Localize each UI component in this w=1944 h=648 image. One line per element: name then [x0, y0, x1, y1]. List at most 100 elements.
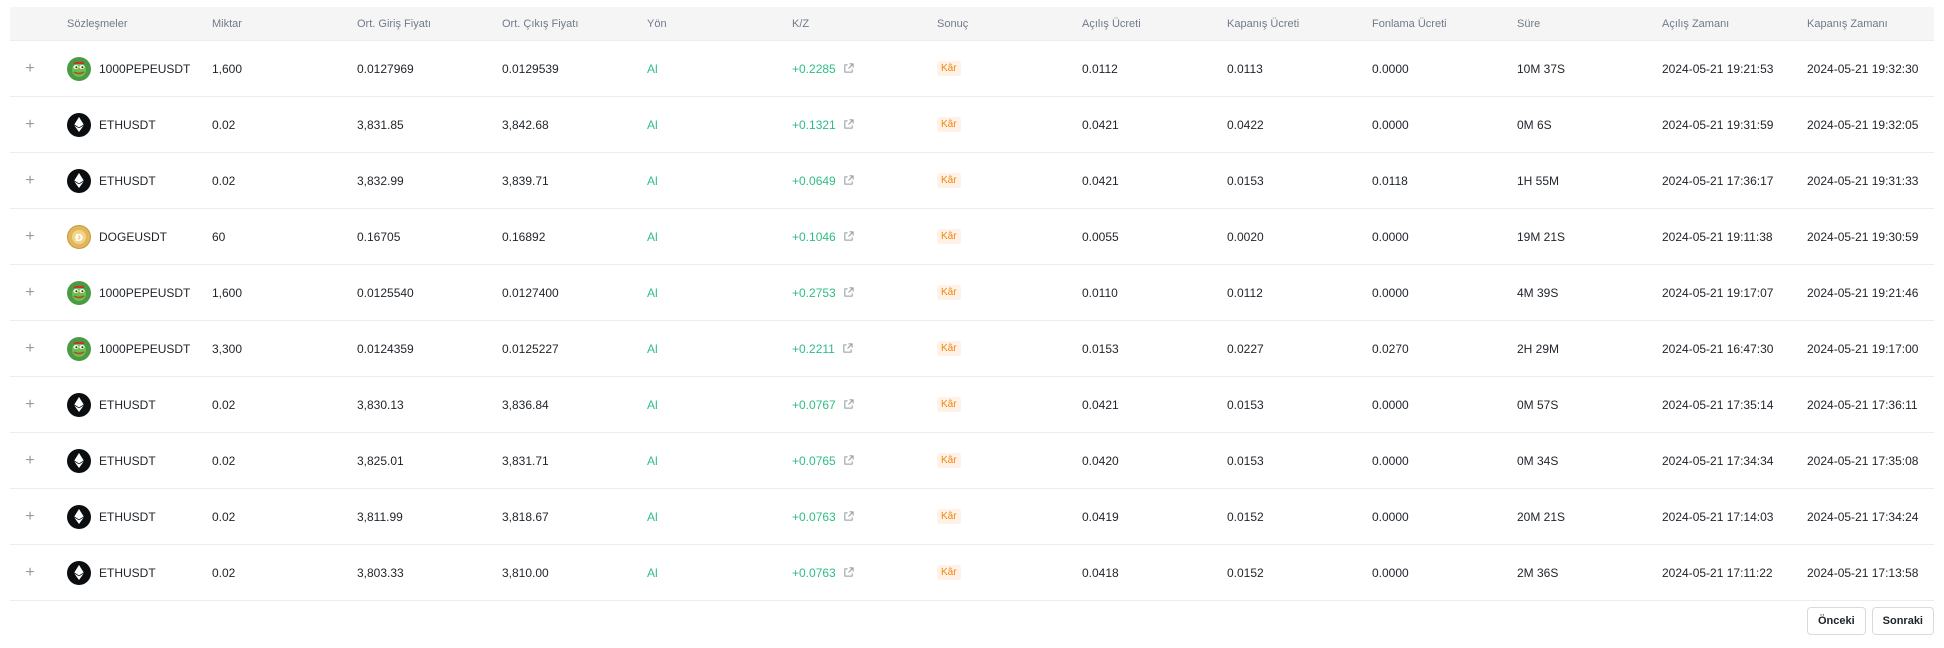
expand-row-icon[interactable]: + [22, 153, 38, 208]
open-fee-cell: 0.0419 [1082, 509, 1119, 524]
direction-cell: Al [647, 173, 658, 188]
funding-fee-cell: 0.0000 [1372, 61, 1409, 76]
expand-row-icon[interactable]: + [22, 321, 38, 376]
previous-page-button[interactable]: Önceki [1806, 607, 1866, 635]
funding-fee-cell: 0.0000 [1372, 229, 1409, 244]
avg-exit-price-cell: 3,831.71 [502, 453, 549, 468]
direction-cell: Al [647, 509, 658, 524]
funding-fee-cell: 0.0000 [1372, 453, 1409, 468]
expand-row-icon[interactable]: + [22, 265, 38, 320]
pnl-value: +0.2753 [792, 285, 836, 300]
avg-entry-price-cell: 3,830.13 [357, 397, 404, 412]
avg-exit-price-cell: 3,818.67 [502, 509, 549, 524]
open-fee-cell: 0.0421 [1082, 117, 1119, 132]
open-time-cell: 2024-05-21 19:11:38 [1662, 229, 1773, 244]
contract-symbol: ETHUSDT [99, 565, 156, 580]
col-header-duration: Süre [1517, 17, 1541, 30]
result-badge: Kâr [937, 565, 961, 580]
contract-cell: ETHUSDT [67, 153, 156, 208]
expand-row-icon[interactable]: + [22, 41, 38, 96]
table-row[interactable]: + ETHUSDT 0.02 3,832.99 3,839.71 Al +0.0649 Kâr… [10, 153, 1934, 209]
quantity-cell: 60 [212, 229, 226, 244]
close-fee-cell: 0.0020 [1227, 229, 1264, 244]
share-link-icon[interactable] [843, 231, 854, 242]
pnl-value: +0.0765 [792, 453, 836, 468]
share-link-icon[interactable] [843, 399, 854, 410]
eth-coin-icon [67, 112, 91, 137]
avg-entry-price-cell: 0.0127969 [357, 61, 414, 76]
col-header-result: Sonuç [937, 17, 969, 30]
table-row[interactable]: + ETHUSDT 0.02 3,811.99 3,818.67 Al +0.0763 Kâr… [10, 489, 1934, 545]
result-cell: Kâr [937, 209, 961, 264]
share-link-icon[interactable] [842, 343, 853, 354]
result-badge: Kâr [937, 397, 961, 412]
close-fee-cell: 0.0152 [1227, 565, 1264, 580]
avg-exit-price-cell: 0.16892 [502, 229, 546, 244]
contract-cell: ETHUSDT [67, 377, 156, 432]
avg-exit-price-cell: 0.0125227 [502, 341, 559, 356]
table-row[interactable]: + ETHUSDT 0.02 3,830.13 3,836.84 Al +0.0767 Kâr… [10, 377, 1934, 433]
quantity-cell: 1,600 [212, 61, 243, 76]
pnl-cell: +0.2211 [792, 321, 853, 376]
table-body: +1000PEPEUSDT 1,600 0.0127969 0.0129539 Al +0… [10, 41, 1934, 601]
pnl-value: +0.0767 [792, 397, 836, 412]
share-link-icon[interactable] [843, 119, 854, 130]
table-row[interactable]: +1000PEPEUSDT 1,600 0.0127969 0.0129539 Al +0… [10, 41, 1934, 97]
col-header-pnl: K/Z [792, 17, 810, 30]
result-cell: Kâr [937, 321, 961, 376]
expand-row-icon[interactable]: + [22, 489, 38, 544]
quantity-cell: 0.02 [212, 565, 236, 580]
duration-cell: 10M 37S [1517, 61, 1566, 76]
close-fee-cell: 0.0227 [1227, 341, 1264, 356]
share-link-icon[interactable] [843, 455, 854, 466]
col-header-quantity: Miktar [212, 17, 242, 30]
table-row[interactable]: + ETHUSDT 0.02 3,825.01 3,831.71 Al +0.0765 Kâr… [10, 433, 1934, 489]
direction-cell: Al [647, 341, 658, 356]
next-page-button[interactable]: Sonraki [1871, 607, 1934, 635]
expand-row-icon[interactable]: + [22, 97, 38, 152]
duration-cell: 1H 55M [1517, 173, 1560, 188]
contract-symbol: DOGEUSDT [99, 229, 168, 244]
expand-row-icon[interactable]: + [22, 433, 38, 488]
avg-entry-price-cell: 0.0125540 [357, 285, 414, 300]
open-time-cell: 2024-05-21 19:17:07 [1662, 285, 1774, 300]
direction-cell: Al [647, 229, 658, 244]
table-row[interactable]: +1000PEPEUSDT 3,300 0.0124359 0.0125227 Al +0… [10, 321, 1934, 377]
open-fee-cell: 0.0110 [1082, 285, 1118, 300]
position-history-table: Sözleşmeler Miktar Ort. Giriş Fiyatı Ort… [10, 7, 1934, 601]
table-row[interactable]: + Ð DOGEUSDT 60 0.16705 0.16892 Al +0.1046 Kâr 0.… [10, 209, 1934, 265]
contract-cell: 1000PEPEUSDT [67, 265, 190, 320]
funding-fee-cell: 0.0000 [1372, 285, 1409, 300]
open-time-cell: 2024-05-21 17:34:34 [1662, 453, 1774, 468]
table-header: Sözleşmeler Miktar Ort. Giriş Fiyatı Ort… [10, 7, 1934, 41]
col-header-direction: Yön [647, 17, 667, 30]
close-fee-cell: 0.0112 [1227, 285, 1263, 300]
open-fee-cell: 0.0112 [1082, 61, 1118, 76]
funding-fee-cell: 0.0000 [1372, 397, 1409, 412]
expand-row-icon[interactable]: + [22, 209, 38, 264]
share-link-icon[interactable] [843, 511, 854, 522]
table-row[interactable]: + ETHUSDT 0.02 3,831.85 3,842.68 Al +0.1321 Kâr… [10, 97, 1934, 153]
share-link-icon[interactable] [843, 287, 854, 298]
funding-fee-cell: 0.0270 [1372, 341, 1409, 356]
avg-exit-price-cell: 0.0127400 [502, 285, 559, 300]
avg-entry-price-cell: 3,803.33 [357, 565, 404, 580]
quantity-cell: 3,300 [212, 341, 243, 356]
share-link-icon[interactable] [843, 567, 854, 578]
pnl-cell: +0.0763 [792, 545, 854, 600]
contract-symbol: ETHUSDT [99, 117, 156, 132]
pnl-cell: +0.2285 [792, 41, 854, 96]
avg-exit-price-cell: 0.0129539 [502, 61, 559, 76]
table-row[interactable]: + ETHUSDT 0.02 3,803.33 3,810.00 Al +0.0763 Kâr… [10, 545, 1934, 601]
direction-cell: Al [647, 397, 658, 412]
share-link-icon[interactable] [843, 63, 854, 74]
funding-fee-cell: 0.0118 [1372, 173, 1408, 188]
result-badge: Kâr [937, 285, 961, 300]
table-row[interactable]: +1000PEPEUSDT 1,600 0.0125540 0.0127400 Al +0… [10, 265, 1934, 321]
pnl-value: +0.1321 [792, 117, 836, 132]
share-link-icon[interactable] [843, 175, 854, 186]
open-time-cell: 2024-05-21 19:21:53 [1662, 61, 1774, 76]
quantity-cell: 0.02 [212, 453, 236, 468]
expand-row-icon[interactable]: + [22, 377, 38, 432]
expand-row-icon[interactable]: + [22, 545, 38, 600]
